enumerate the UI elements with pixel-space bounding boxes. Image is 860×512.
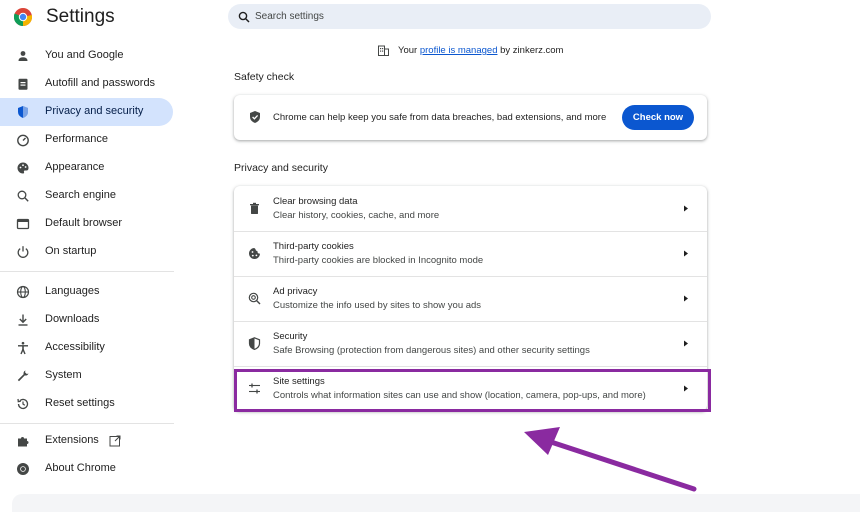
safety-check-text: Chrome can help keep you safe from data … [273, 112, 607, 123]
clipboard-icon [16, 77, 30, 91]
row-subtitle: Customize the info used by sites to show… [273, 300, 482, 311]
building-icon [378, 45, 389, 56]
sidebar-item-label: Extensions [45, 434, 99, 446]
sidebar-item-accessibility[interactable]: Accessibility [0, 334, 173, 362]
sliders-icon [248, 382, 261, 395]
sidebar-item-label: About Chrome [45, 462, 116, 474]
page-title: Settings [46, 6, 115, 27]
shield-icon [248, 337, 261, 351]
sidebar-item-label: On startup [45, 245, 97, 257]
sidebar-item-label: Privacy and security [45, 105, 144, 117]
safety-check-heading: Safety check [234, 71, 295, 83]
globe-icon [16, 285, 30, 299]
sidebar-item-appearance[interactable]: Appearance [0, 154, 173, 182]
sidebar-item-default-browser[interactable]: Default browser [0, 210, 173, 238]
sidebar-divider [0, 271, 174, 272]
sidebar-item-label: Reset settings [45, 397, 115, 409]
download-icon [16, 313, 30, 327]
arrow-right-icon [684, 250, 688, 257]
sidebar-divider [0, 423, 174, 424]
search-bar[interactable] [228, 4, 711, 29]
row-title: Ad privacy [273, 286, 318, 297]
shield-icon [16, 105, 30, 119]
speedometer-icon [16, 133, 30, 147]
sidebar-item-autofill[interactable]: Autofill and passwords [0, 70, 173, 98]
security-row[interactable]: Security Safe Browsing (protection from … [234, 321, 707, 366]
sidebar-item-system[interactable]: System [0, 362, 173, 390]
sidebar-item-label: Languages [45, 285, 100, 297]
third-party-cookies-row[interactable]: Third-party cookies Third-party cookies … [234, 231, 707, 276]
wrench-icon [16, 369, 30, 383]
cookie-icon [248, 247, 261, 260]
sidebar-item-label: Default browser [45, 217, 123, 229]
safety-check-row: Chrome can help keep you safe from data … [234, 95, 707, 140]
arrow-right-icon [684, 205, 688, 212]
power-icon [16, 245, 30, 259]
person-icon [16, 49, 30, 63]
chrome-logo-icon [13, 8, 33, 27]
profile-managed-link[interactable]: profile is managed [420, 45, 498, 56]
clear-browsing-data-row[interactable]: Clear browsing data Clear history, cooki… [234, 186, 707, 231]
site-settings-row[interactable]: Site settings Controls what information … [234, 366, 707, 411]
ad-privacy-row[interactable]: Ad privacy Customize the info used by si… [234, 276, 707, 321]
sidebar-item-about-chrome[interactable]: About Chrome [0, 455, 173, 483]
trash-icon [248, 202, 261, 215]
safety-check-card: Chrome can help keep you safe from data … [234, 95, 707, 140]
sidebar-item-reset-settings[interactable]: Reset settings [0, 390, 173, 418]
reset-icon [16, 397, 30, 411]
search-icon [238, 11, 250, 23]
row-title: Clear browsing data [273, 196, 358, 207]
ad-privacy-icon [248, 292, 261, 305]
arrow-right-icon [684, 295, 688, 302]
sidebar-item-languages[interactable]: Languages [0, 278, 173, 306]
row-subtitle: Controls what information sites can use … [273, 390, 646, 401]
row-title: Security [273, 331, 308, 342]
row-title: Third-party cookies [273, 241, 354, 252]
sidebar-item-privacy[interactable]: Privacy and security [0, 98, 173, 126]
sidebar-item-performance[interactable]: Performance [0, 126, 173, 154]
sidebar-item-extensions[interactable]: Extensions [0, 427, 173, 455]
sidebar-item-label: You and Google [45, 49, 124, 61]
sidebar-item-label: System [45, 369, 82, 381]
external-link-icon [109, 434, 121, 447]
sidebar-item-label: Search engine [45, 189, 116, 201]
managed-notice: Your profile is managed by zinkerz.com [378, 45, 563, 56]
browser-window-icon [16, 217, 30, 231]
search-icon [16, 189, 30, 203]
sidebar-item-label: Appearance [45, 161, 105, 173]
puzzle-icon [16, 434, 30, 448]
sidebar-item-on-startup[interactable]: On startup [0, 238, 173, 266]
sidebar-item-label: Accessibility [45, 341, 105, 353]
palette-icon [16, 161, 30, 175]
sidebar-item-search-engine[interactable]: Search engine [0, 182, 173, 210]
managed-prefix: Your [398, 45, 418, 56]
arrow-right-icon [684, 385, 688, 392]
sidebar-item-label: Performance [45, 133, 108, 145]
row-subtitle: Safe Browsing (protection from dangerous… [273, 345, 590, 356]
bottom-bar [12, 494, 860, 512]
row-subtitle: Third-party cookies are blocked in Incog… [273, 255, 484, 266]
check-now-button[interactable]: Check now [622, 105, 694, 130]
sidebar-item-label: Downloads [45, 313, 100, 325]
privacy-card: Clear browsing data Clear history, cooki… [234, 186, 707, 411]
arrow-right-icon [684, 340, 688, 347]
sidebar-item-you-and-google[interactable]: You and Google [0, 42, 173, 70]
sidebar-item-label: Autofill and passwords [45, 77, 156, 89]
row-title: Site settings [273, 376, 325, 387]
chrome-icon [16, 462, 30, 476]
privacy-section-heading: Privacy and security [234, 162, 328, 174]
search-input[interactable] [255, 11, 695, 22]
sidebar-item-downloads[interactable]: Downloads [0, 306, 173, 334]
managed-suffix: by zinkerz.com [500, 45, 564, 56]
shield-check-icon [248, 110, 262, 124]
accessibility-icon [16, 341, 30, 355]
row-subtitle: Clear history, cookies, cache, and more [273, 210, 440, 221]
